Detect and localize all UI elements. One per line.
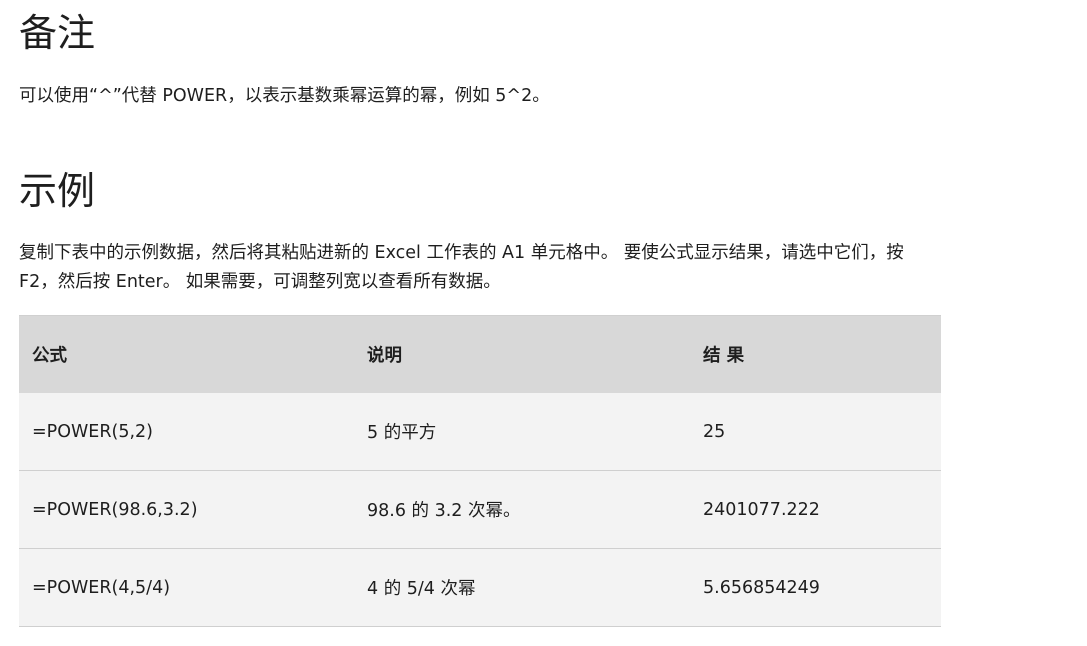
- header-result: 结 果: [690, 315, 941, 393]
- header-formula: 公式: [19, 315, 354, 393]
- result-cell: 25: [690, 393, 941, 471]
- examples-heading: 示例: [19, 169, 96, 213]
- description-cell: 5 的平方: [354, 393, 690, 471]
- result-cell: 2401077.222: [690, 470, 941, 549]
- table-row: =POWER(5,2) 5 的平方 25: [19, 393, 941, 471]
- example-table: 公式 说明 结 果 =POWER(5,2) 5 的平方 25 =POWER(98…: [19, 315, 941, 627]
- table-header-row: 公式 说明 结 果: [19, 315, 941, 393]
- formula-cell[interactable]: =POWER(4,5/4): [19, 548, 354, 627]
- description-cell: 98.6 的 3.2 次幂。: [354, 470, 690, 549]
- table-row: =POWER(4,5/4) 4 的 5/4 次幂 5.656854249: [19, 548, 941, 627]
- result-cell: 5.656854249: [690, 548, 941, 627]
- formula-cell[interactable]: =POWER(98.6,3.2): [19, 470, 354, 549]
- examples-paragraph: 复制下表中的示例数据，然后将其粘贴进新的 Excel 工作表的 A1 单元格中。…: [19, 243, 904, 292]
- header-description: 说明: [354, 315, 690, 393]
- formula-cell[interactable]: =POWER(5,2): [19, 393, 354, 471]
- notes-heading: 备注: [19, 11, 96, 55]
- notes-paragraph: 可以使用“^”代替 POWER，以表示基数乘幂运算的幂，例如 5^2。: [19, 86, 550, 106]
- table-row: =POWER(98.6,3.2) 98.6 的 3.2 次幂。 2401077.…: [19, 470, 941, 549]
- description-cell: 4 的 5/4 次幂: [354, 548, 690, 627]
